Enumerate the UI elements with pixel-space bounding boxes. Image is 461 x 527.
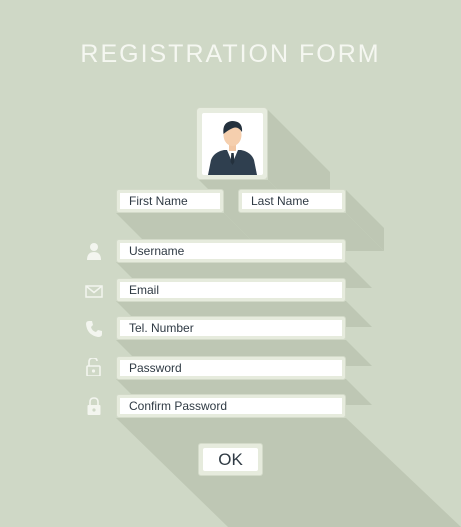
user-avatar-icon bbox=[208, 121, 257, 175]
avatar-image bbox=[202, 113, 263, 175]
phone-icon bbox=[86, 321, 102, 337]
password-field-frame bbox=[116, 356, 346, 380]
avatar bbox=[196, 107, 268, 180]
username-field-frame bbox=[116, 239, 346, 263]
tel-number-input[interactable] bbox=[120, 320, 342, 336]
first-name-field-frame bbox=[116, 189, 224, 213]
username-input[interactable] bbox=[120, 243, 342, 259]
last-name-field-frame bbox=[238, 189, 346, 213]
ok-button-frame: OK bbox=[198, 443, 263, 476]
form-title: REGISTRATION FORM bbox=[80, 40, 381, 68]
first-name-input[interactable] bbox=[120, 193, 220, 209]
envelope-icon bbox=[85, 285, 103, 298]
last-name-input[interactable] bbox=[242, 193, 342, 209]
tel-number-field-frame bbox=[116, 316, 346, 340]
email-field-frame bbox=[116, 278, 346, 302]
user-icon bbox=[87, 243, 101, 260]
locked-padlock-icon bbox=[87, 397, 101, 415]
confirm-password-input[interactable] bbox=[120, 398, 342, 414]
password-input[interactable] bbox=[120, 360, 342, 376]
confirm-password-field-frame bbox=[116, 394, 346, 418]
email-input[interactable] bbox=[120, 282, 342, 298]
ok-button[interactable]: OK bbox=[203, 448, 258, 471]
unlocked-padlock-icon bbox=[86, 358, 101, 376]
